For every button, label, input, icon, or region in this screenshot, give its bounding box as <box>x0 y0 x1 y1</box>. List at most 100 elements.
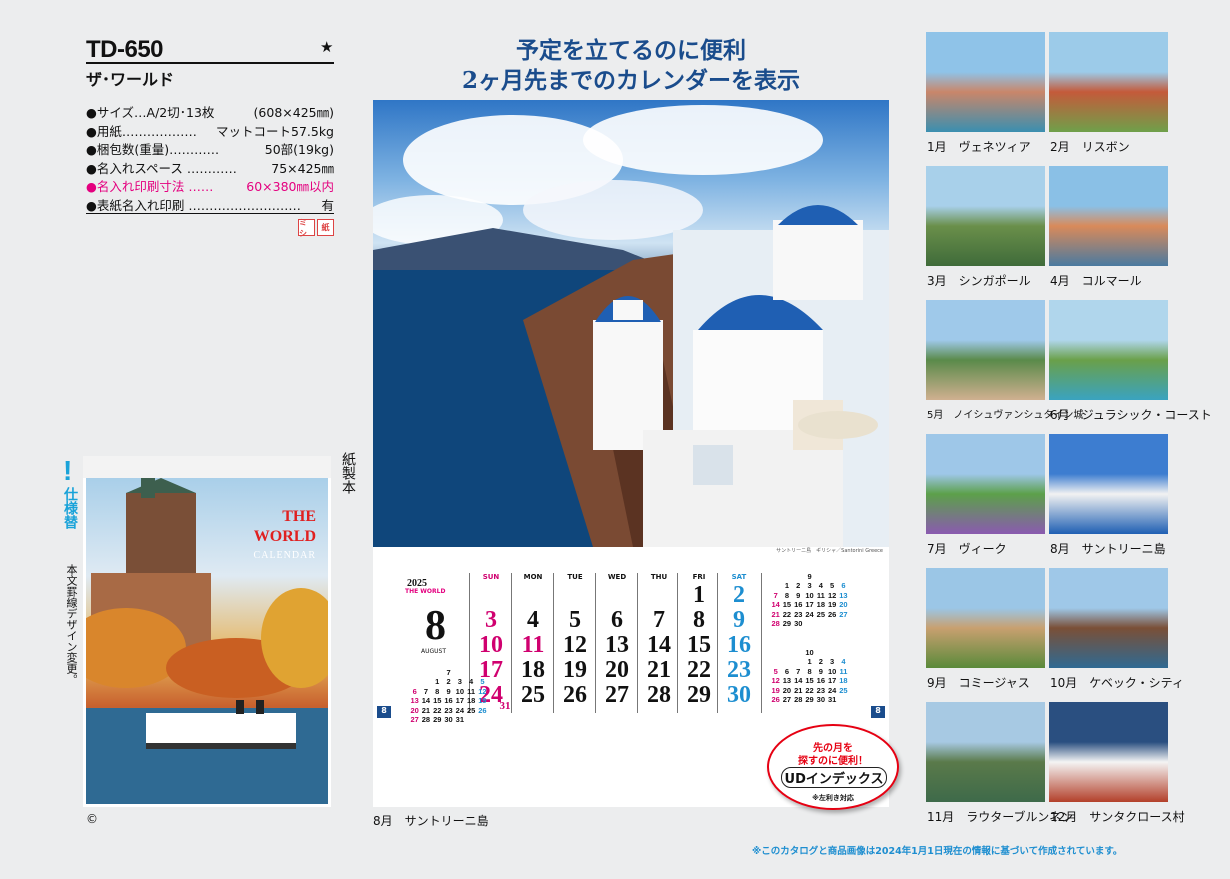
month-thumbnail <box>1049 300 1168 400</box>
column-rule <box>637 573 638 713</box>
cover-subtitle: CALENDAR <box>253 550 316 561</box>
spec-row: 梱包数(重量)………… 50部(19kg) <box>86 141 334 160</box>
calendar-day: 9 <box>733 607 745 633</box>
binding-label: 紙製本 <box>340 452 356 494</box>
month-thumbnail <box>1049 32 1168 132</box>
month-grid: 20 2 5 THE WORLD 8 AUGUST 8 8 SUN MON TUE WED… <box>373 568 889 724</box>
mini-calendar-week: 6 7 8 9 10 11 12 <box>412 686 487 696</box>
calendar-day: 19 <box>563 657 587 683</box>
copyright-mark: © <box>86 812 98 826</box>
spec-value: 60×380㎜以内 <box>246 179 334 194</box>
weekday-header: MON <box>523 573 543 581</box>
calendar-day: 29 <box>687 682 711 708</box>
calendar-day: 5 <box>569 607 581 633</box>
mini-calendar-week: 123456 <box>784 581 846 591</box>
mini-calendar-week: 5 6 7 8 9 10 11 <box>773 666 848 676</box>
headline: 予定を立てるのに便利 <box>516 37 746 64</box>
product-code: TD-650 <box>86 36 164 63</box>
photo-caption: サントリーニ島 ギリシャ／Santorini Greece <box>776 548 883 554</box>
calendar-day: 16 <box>727 632 751 658</box>
calendar-day: 3 <box>485 607 497 633</box>
column-rule <box>511 573 512 713</box>
spec-label: 用紙……………… <box>86 123 197 142</box>
month-thumbnail <box>1049 166 1168 266</box>
weekday-header: WED <box>607 573 627 581</box>
brand-label: THE WORLD <box>405 588 446 595</box>
footnote: ※このカタログと商品画像は2024年1月1日現在の情報に基づいて作成されています… <box>752 846 1123 857</box>
calendar-day: 8 <box>693 607 705 633</box>
badge-group: ミシ 紙 <box>298 218 334 238</box>
weekday-header: SUN <box>482 573 500 581</box>
calendar-day: 31 <box>499 700 511 712</box>
mini-calendar-week: 1234 <box>807 657 846 667</box>
column-rule <box>595 573 596 713</box>
calendar-day: 10 <box>479 632 503 658</box>
month-thumbnail <box>926 166 1045 266</box>
spec-label: 名入れ印刷寸法 …… <box>86 178 213 197</box>
calendar-day: 20 <box>605 657 629 683</box>
calendar-page: サントリーニ島 ギリシャ／Santorini Greece 20 2 5 THE W… <box>373 100 889 807</box>
weekday-header: SAT <box>731 573 747 581</box>
mini-calendar-week: 27 28 29 30 31 <box>410 715 464 725</box>
month-name: AUGUST <box>421 648 447 655</box>
change-title: 仕様替 <box>62 487 78 529</box>
thumbnail-caption: 8月 サントリーニ島 <box>1050 542 1166 556</box>
cover-photo: THE WORLD CALENDAR <box>86 478 328 804</box>
calendar-day: 18 <box>521 657 545 683</box>
spec-value: (608×425㎜) <box>253 105 334 120</box>
spec-label: 名入れスペース ………… <box>86 160 237 179</box>
month-thumbnail <box>1049 434 1168 534</box>
calendar-day: 30 <box>727 682 751 708</box>
thumbnail-caption: 9月 コミージャス <box>927 676 1030 690</box>
month-thumbnail <box>926 568 1045 668</box>
cover-header <box>83 456 331 478</box>
paper-badge: 紙 <box>317 219 334 236</box>
mini-calendar-week: 12 13 14 15 16 17 18 <box>771 676 848 686</box>
thumbnail-caption: 7月 ヴィーク <box>927 542 1007 556</box>
column-rule <box>761 573 762 713</box>
thumbnail-caption: 6月 ジュラシック・コースト <box>1050 408 1212 422</box>
mini-calendar-week: 12345 <box>435 677 485 687</box>
month-index-tab: 8 <box>377 706 391 718</box>
spec-label: 梱包数(重量)………… <box>86 141 219 160</box>
cover-illustration <box>86 478 328 804</box>
spec-label: サイズ…A/2切･13枚 <box>86 104 215 123</box>
calendar-day: 1 <box>693 582 705 608</box>
mini-calendar-week: 21 22 23 24 25 26 27 <box>771 609 848 619</box>
month-thumbnail <box>1049 568 1168 668</box>
spec-row: 用紙……………… マットコート57.5kg <box>86 123 334 142</box>
calendar-day: 12 <box>563 632 587 658</box>
spec-row: サイズ…A/2切･13枚 (608×425㎜) <box>86 104 334 123</box>
mini-calendar-week: 14 15 16 17 18 19 20 <box>771 600 848 610</box>
ud-index-badge: 先の月を 探すのに便利！ UDインデックス ※左利き対応 <box>767 724 899 810</box>
weekday-header: TUE <box>567 573 583 581</box>
calendar-day: 13 <box>605 632 629 658</box>
perforation-badge: ミシ <box>298 218 315 238</box>
spec-row: 名入れスペース ………… 75×425㎜ <box>86 160 334 179</box>
thumbnail-caption: 12月 サンタクロース村 <box>1050 810 1185 824</box>
calendar-day: 28 <box>647 682 671 708</box>
mini-calendar: 9 1 2 3 4 5 6 7 8 9 10 11 12 13 14 15 16 17 18 19 20 21 22 23 24… <box>770 572 849 628</box>
mini-calendar-week: 26 27 28 29 30 31 <box>771 695 837 705</box>
calendar-day: 11 <box>521 632 545 658</box>
mini-calendar: 7 1 2 3 4 5 6 7 8 9 10 11 12 13 14 15 16 17 18 19 20 21 22 23 24… <box>409 668 488 724</box>
month-thumbnail <box>926 32 1045 132</box>
mini-calendar-week: 28 29 30 <box>771 619 803 629</box>
headline: 2ヶ月先までのカレンダーを表示 <box>461 67 800 94</box>
spec-value: 75×425㎜ <box>271 160 334 176</box>
divider <box>86 62 334 64</box>
product-name: ザ･ワールド <box>86 70 175 89</box>
calendar-day: 27 <box>605 682 629 708</box>
thumbnail-caption: 2月 リスボン <box>1050 140 1130 154</box>
calendar-day: 7 <box>653 607 665 633</box>
mini-calendar-week: 13 14 15 16 17 18 19 <box>410 696 487 706</box>
calendar-day: 6 <box>611 607 623 633</box>
cover-title: WORLD <box>253 528 316 545</box>
mini-calendar-month: 9 <box>807 572 812 581</box>
cover-image: THE WORLD CALENDAR <box>83 456 331 807</box>
thumbnail-caption: 10月 ケベック・シティ <box>1050 676 1184 690</box>
calendar-day: 2 <box>733 582 745 608</box>
santorini-illustration <box>373 105 889 547</box>
spec-list: サイズ…A/2切･13枚 (608×425㎜) 用紙……………… マットコート57.5… <box>86 104 334 215</box>
mini-calendar-week: 7 8 9 10 11 12 13 <box>773 590 848 600</box>
